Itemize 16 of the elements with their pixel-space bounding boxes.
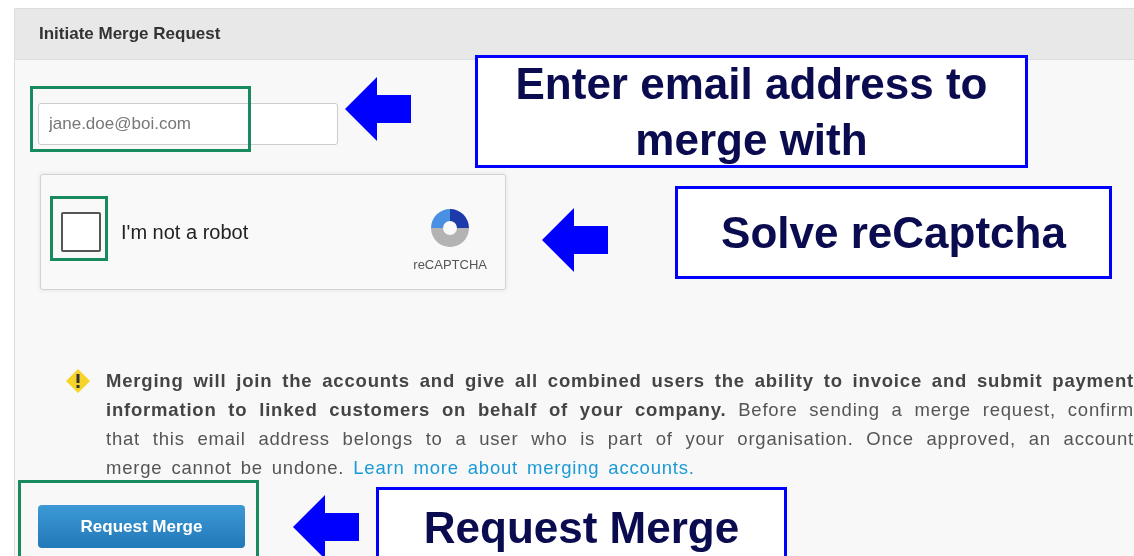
warning-message: Merging will join the accounts and give all combined users the ability to invoice and submit payment information to linked customers on behalf of your company. Before sending a merge request, confirm that this email address belongs to a user who is part of your organisation. Once approved, an account merge cannot be undone. Learn more about merging accounts.: [106, 369, 1134, 480]
panel-title: Initiate Merge Request: [39, 24, 221, 44]
warning-icon: [65, 368, 91, 394]
callout-text: Request Merge: [376, 487, 787, 556]
captcha-label: I'm not a robot: [121, 220, 250, 244]
captcha-checkbox[interactable]: [61, 212, 101, 252]
email-input-field[interactable]: jane.doe@boi.com: [38, 103, 338, 145]
arrow-icon: [345, 77, 411, 141]
highlight-frame: [50, 196, 108, 261]
callout-text: Enter email address to merge with: [475, 55, 1028, 168]
learn-more-link[interactable]: Learn more about merging accounts.: [353, 457, 695, 478]
arrow-icon: [293, 495, 359, 556]
request-merge-button[interactable]: Request Merge: [38, 505, 245, 548]
arrow-icon: [542, 208, 608, 272]
callout-text: Solve reCaptcha: [675, 186, 1112, 279]
recaptcha-brand: reCAPTCHA: [413, 256, 487, 272]
